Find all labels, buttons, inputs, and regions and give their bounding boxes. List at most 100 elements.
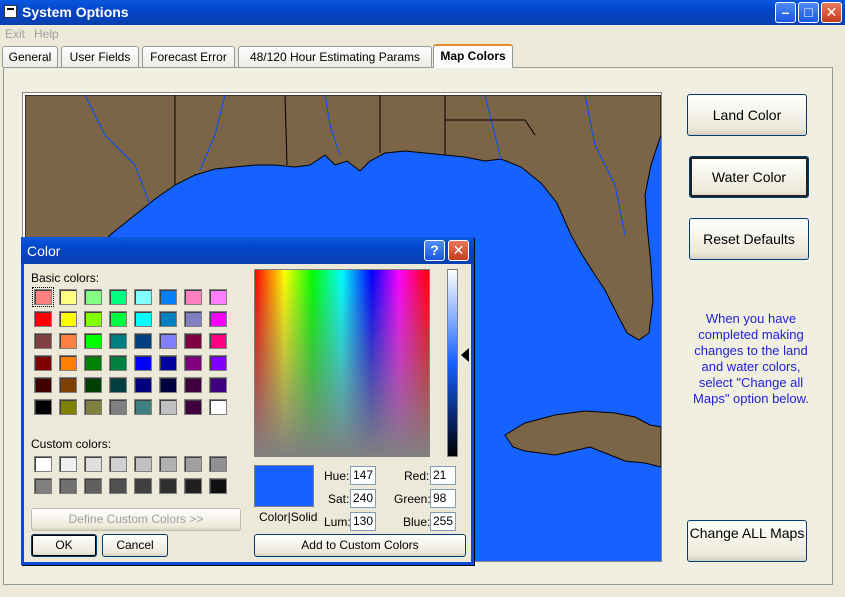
basic-color-swatch[interactable] (32, 287, 54, 307)
basic-color-swatch[interactable] (34, 333, 52, 349)
tab-user-fields[interactable]: User Fields (61, 46, 139, 67)
custom-color-swatch[interactable] (109, 456, 127, 472)
luminance-arrow-icon[interactable] (461, 348, 469, 362)
basic-color-swatch[interactable] (84, 377, 102, 393)
basic-color-swatch[interactable] (184, 399, 202, 415)
basic-color-swatch[interactable] (184, 289, 202, 305)
custom-color-swatch[interactable] (34, 478, 52, 494)
basic-color-swatch[interactable] (109, 399, 127, 415)
basic-color-swatch[interactable] (134, 289, 152, 305)
color-dialog-title-bar: Color ? ✕ (21, 237, 474, 264)
basic-color-swatch[interactable] (134, 311, 152, 327)
custom-color-swatch[interactable] (84, 456, 102, 472)
menu-exit[interactable]: Exit (5, 27, 25, 41)
basic-color-swatch[interactable] (184, 377, 202, 393)
green-field[interactable]: 98 (430, 489, 456, 508)
basic-color-swatch[interactable] (109, 333, 127, 349)
basic-color-swatch[interactable] (134, 377, 152, 393)
basic-color-swatch[interactable] (59, 289, 77, 305)
custom-color-swatch[interactable] (134, 478, 152, 494)
close-button[interactable]: ✕ (821, 2, 842, 23)
custom-color-swatch[interactable] (209, 456, 227, 472)
basic-color-swatch[interactable] (159, 355, 177, 371)
basic-color-swatch[interactable] (184, 333, 202, 349)
color-spectrum[interactable] (254, 269, 430, 457)
color-dialog-title: Color (27, 243, 61, 259)
basic-color-swatch[interactable] (59, 355, 77, 371)
menu-help[interactable]: Help (34, 27, 59, 41)
basic-color-swatch[interactable] (84, 289, 102, 305)
basic-color-swatch[interactable] (209, 311, 227, 327)
sat-field[interactable]: 240 (350, 489, 376, 508)
blue-field[interactable]: 255 (430, 512, 456, 531)
red-field[interactable]: 21 (430, 466, 456, 485)
basic-color-swatch[interactable] (59, 399, 77, 415)
basic-color-swatch[interactable] (159, 377, 177, 393)
basic-color-swatch[interactable] (109, 355, 127, 371)
custom-color-swatch[interactable] (134, 456, 152, 472)
basic-color-swatch[interactable] (209, 333, 227, 349)
basic-color-swatch[interactable] (59, 377, 77, 393)
minimize-button[interactable]: – (775, 2, 796, 23)
color-solid-label: Color|Solid (259, 510, 318, 524)
color-preview (254, 465, 314, 507)
basic-color-swatch[interactable] (134, 399, 152, 415)
custom-color-swatch[interactable] (184, 478, 202, 494)
basic-color-swatch[interactable] (209, 355, 227, 371)
basic-color-swatch[interactable] (159, 399, 177, 415)
tab-general[interactable]: General (2, 46, 58, 67)
lum-field[interactable]: 130 (350, 512, 376, 531)
basic-color-swatch[interactable] (34, 311, 52, 327)
basic-color-swatch[interactable] (109, 289, 127, 305)
basic-color-swatch[interactable] (59, 311, 77, 327)
tab-estimating-params[interactable]: 48/120 Hour Estimating Params (238, 46, 432, 67)
water-color-button[interactable]: Water Color (689, 156, 809, 198)
ok-button[interactable]: OK (31, 534, 97, 557)
basic-color-swatch[interactable] (159, 333, 177, 349)
custom-color-swatch[interactable] (84, 478, 102, 494)
add-to-custom-colors-button[interactable]: Add to Custom Colors (254, 534, 466, 557)
custom-color-swatch[interactable] (34, 456, 52, 472)
basic-color-swatch[interactable] (109, 311, 127, 327)
custom-color-swatch[interactable] (159, 478, 177, 494)
custom-color-swatch[interactable] (159, 456, 177, 472)
reset-defaults-button[interactable]: Reset Defaults (689, 218, 809, 260)
basic-color-swatch[interactable] (84, 333, 102, 349)
basic-color-swatch[interactable] (209, 399, 227, 415)
basic-color-swatch[interactable] (184, 311, 202, 327)
basic-color-swatch[interactable] (84, 399, 102, 415)
basic-color-swatch[interactable] (159, 289, 177, 305)
basic-color-swatch[interactable] (34, 355, 52, 371)
change-all-maps-button[interactable]: Change ALL Maps (687, 520, 807, 562)
land-color-button[interactable]: Land Color (687, 94, 807, 136)
basic-color-swatch[interactable] (209, 377, 227, 393)
custom-color-swatch[interactable] (184, 456, 202, 472)
custom-color-swatch[interactable] (59, 456, 77, 472)
custom-color-swatch[interactable] (209, 478, 227, 494)
reset-defaults-label: Reset Defaults (703, 231, 795, 247)
cancel-button[interactable]: Cancel (102, 534, 168, 557)
hue-field[interactable]: 147 (350, 466, 376, 485)
tab-forecast-error[interactable]: Forecast Error (142, 46, 235, 67)
basic-color-swatch[interactable] (159, 311, 177, 327)
luminance-slider[interactable] (447, 269, 458, 457)
basic-color-swatch[interactable] (134, 355, 152, 371)
basic-color-swatch[interactable] (184, 355, 202, 371)
basic-color-swatch[interactable] (84, 311, 102, 327)
basic-color-swatch[interactable] (34, 377, 52, 393)
blue-label: Blue: (403, 515, 431, 529)
dialog-close-button[interactable]: ✕ (448, 240, 469, 261)
maximize-icon: □ (804, 4, 813, 20)
maximize-button[interactable]: □ (798, 2, 819, 23)
tab-map-colors[interactable]: Map Colors (433, 44, 513, 68)
basic-color-swatch[interactable] (34, 399, 52, 415)
define-custom-colors-button[interactable]: Define Custom Colors >> (31, 508, 241, 531)
basic-color-swatch[interactable] (134, 333, 152, 349)
basic-color-swatch[interactable] (84, 355, 102, 371)
basic-color-swatch[interactable] (59, 333, 77, 349)
help-button[interactable]: ? (424, 240, 445, 261)
basic-color-swatch[interactable] (109, 377, 127, 393)
custom-color-swatch[interactable] (59, 478, 77, 494)
custom-color-swatch[interactable] (109, 478, 127, 494)
basic-color-swatch[interactable] (209, 289, 227, 305)
